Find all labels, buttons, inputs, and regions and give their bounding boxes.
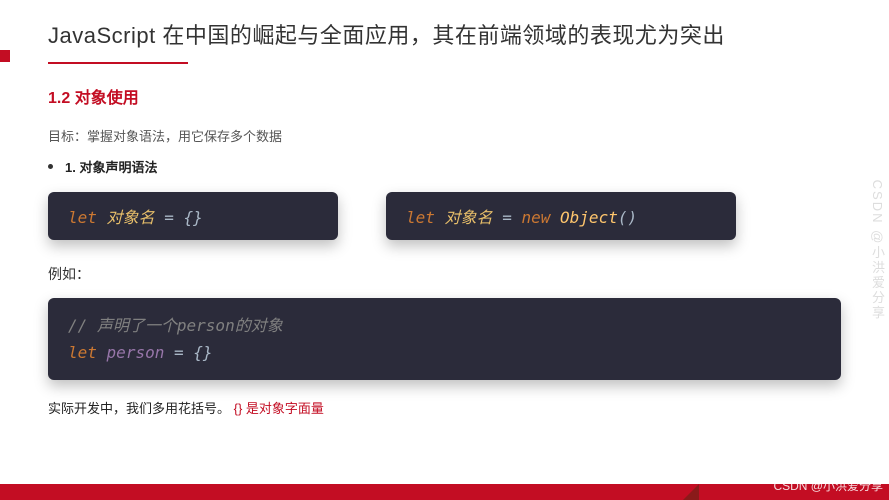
braces: {} [183, 208, 202, 227]
operator-equals: = [502, 208, 512, 227]
watermark-side: CSDN @小洪爱分享 [868, 180, 887, 321]
content: 1.2 对象使用 目标：掌握对象语法，用它保存多个数据 1. 对象声明语法 le… [0, 64, 889, 417]
header: JavaScript 在中国的崛起与全面应用，其在前端领域的表现尤为突出 [0, 0, 889, 50]
footer-accent-shape [683, 484, 699, 500]
braces: {} [193, 343, 212, 362]
note-emphasis: {} 是对象字面量 [234, 401, 324, 416]
keyword-let: let [406, 208, 435, 227]
keyword-new: new [521, 208, 550, 227]
footer-bar [0, 484, 889, 500]
bullet-text: 1. 对象声明语法 [65, 157, 157, 176]
section-heading: 1.2 对象使用 [48, 84, 841, 108]
variable-name: 对象名 [445, 208, 493, 227]
note-line: 实际开发中，我们多用花括号。 {} 是对象字面量 [48, 398, 841, 417]
variable-person: person [107, 343, 165, 362]
goal-text: 目标：掌握对象语法，用它保存多个数据 [48, 126, 841, 145]
operator-equals: = [164, 208, 174, 227]
accent-bar-left [0, 50, 10, 62]
comment-line: // 声明了一个person的对象 [68, 316, 283, 335]
operator-equals: = [174, 343, 184, 362]
code-block-constructor: let 对象名 = new Object() [386, 192, 736, 240]
bullet-item: 1. 对象声明语法 [48, 157, 841, 176]
code-block-example: // 声明了一个person的对象 let person = {} [48, 298, 841, 380]
example-label: 例如： [48, 264, 841, 284]
keyword-let: let [68, 343, 97, 362]
note-prefix: 实际开发中，我们多用花括号。 [48, 401, 230, 416]
page-title: JavaScript 在中国的崛起与全面应用，其在前端领域的表现尤为突出 [48, 18, 889, 50]
variable-name: 对象名 [107, 208, 155, 227]
parentheses: () [618, 208, 637, 227]
code-row: let 对象名 = {} let 对象名 = new Object() [48, 192, 841, 240]
type-object: Object [560, 208, 618, 227]
keyword-let: let [68, 208, 97, 227]
bullet-icon [48, 164, 53, 169]
watermark: CSDN @小洪爱分享 [773, 477, 883, 494]
code-block-literal: let 对象名 = {} [48, 192, 338, 240]
